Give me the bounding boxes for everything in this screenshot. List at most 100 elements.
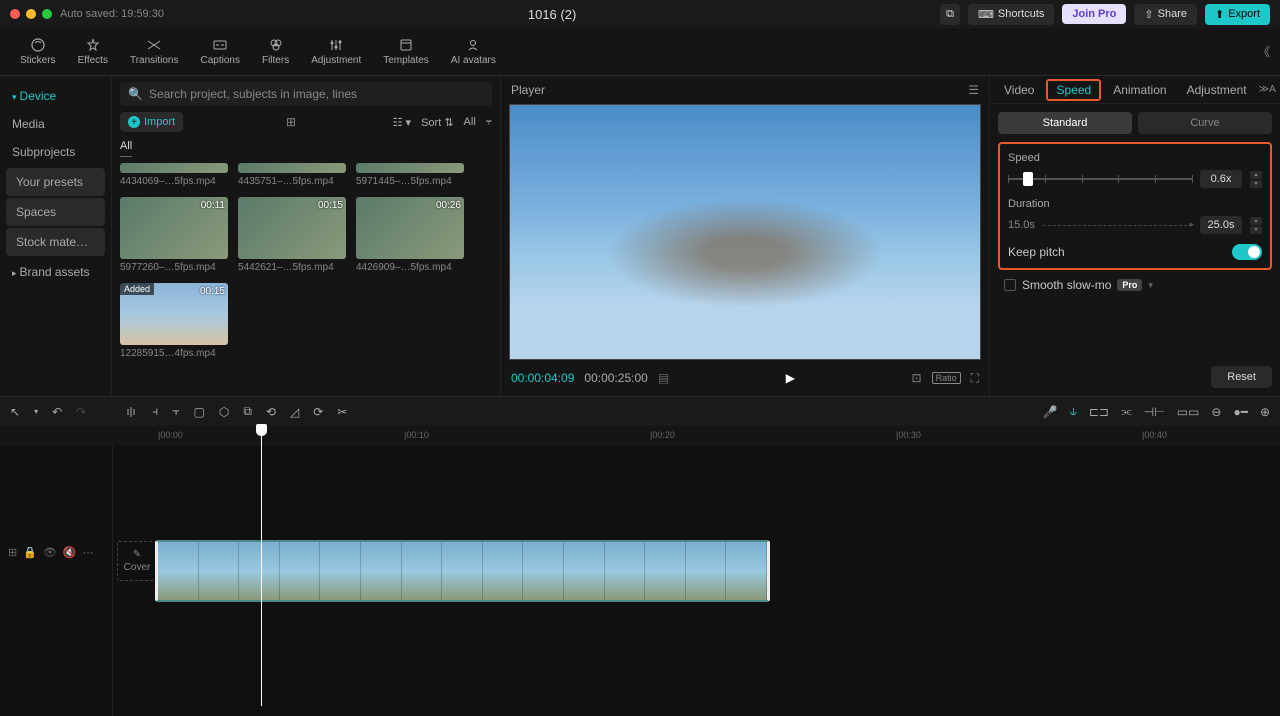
- split-tool[interactable]: [124, 405, 138, 419]
- crop-tool[interactable]: ▢: [194, 405, 205, 419]
- top-toolbar: Stickers Effects Transitions Captions Fi…: [0, 28, 1280, 76]
- snap-tool[interactable]: ⫝: [1070, 404, 1077, 419]
- link-tool[interactable]: ⊏⊐: [1089, 405, 1109, 419]
- adjustment-tab[interactable]: Adjustment: [301, 35, 371, 68]
- reverse-tool[interactable]: ⟲: [266, 405, 276, 419]
- sidebar-item-media[interactable]: Media: [0, 110, 111, 138]
- close-window[interactable]: [10, 9, 20, 19]
- duration-line: [1043, 225, 1192, 226]
- sidebar-item-stock[interactable]: Stock mate…: [6, 228, 105, 256]
- media-item[interactable]: 00:115977260–…5fps.mp4: [120, 197, 228, 273]
- aspect-icon[interactable]: ⧉: [940, 4, 960, 25]
- smooth-checkbox[interactable]: [1004, 279, 1016, 291]
- fullscreen-icon[interactable]: ⛶: [971, 371, 979, 386]
- ai-avatars-tab[interactable]: AI avatars: [441, 35, 506, 68]
- speed-down[interactable]: ▾: [1250, 180, 1262, 188]
- search-input[interactable]: 🔍Search project, subjects in image, line…: [120, 82, 492, 106]
- dur-up[interactable]: ▴: [1250, 217, 1262, 225]
- undo-button[interactable]: ↶: [52, 405, 62, 419]
- filter-icon[interactable]: ⫧: [486, 116, 492, 129]
- transitions-tab[interactable]: Transitions: [120, 35, 189, 68]
- media-item[interactable]: 4435751–…5fps.mp4: [238, 163, 346, 187]
- sidebar-item-spaces[interactable]: Spaces: [6, 198, 105, 226]
- effects-tab[interactable]: Effects: [68, 35, 118, 68]
- track-mute-icon[interactable]: 🔇: [63, 546, 77, 559]
- timeline-tracks[interactable]: ✎Cover 0.60x ▸: [113, 446, 1280, 716]
- filters-tab[interactable]: Filters: [252, 35, 299, 68]
- sidebar-item-device[interactable]: Device: [0, 82, 111, 110]
- keep-pitch-label: Keep pitch: [1008, 245, 1065, 259]
- sidebar-item-presets[interactable]: Your presets: [6, 168, 105, 196]
- media-tab-all[interactable]: All: [120, 140, 132, 157]
- keep-pitch-toggle[interactable]: [1232, 244, 1262, 260]
- video-clip[interactable]: 0.60x ▸: [155, 540, 770, 602]
- crop2-tool[interactable]: ✂: [337, 405, 347, 419]
- grid-view-icon[interactable]: ⊞: [286, 115, 296, 129]
- maximize-window[interactable]: [42, 9, 52, 19]
- speed-value[interactable]: 0.6x: [1200, 170, 1242, 188]
- export-button[interactable]: ⬆Export: [1205, 4, 1270, 25]
- import-button[interactable]: +Import: [120, 112, 183, 132]
- duration-value[interactable]: 25.0s: [1200, 216, 1242, 234]
- mic-icon[interactable]: 🎤: [1043, 405, 1058, 419]
- quality-icon[interactable]: ▤: [658, 371, 669, 385]
- timeline-ruler[interactable]: |00:00 |00:10 |00:20 |00:30 |00:40: [0, 426, 1280, 446]
- smooth-dropdown-icon[interactable]: ▾: [1148, 280, 1153, 291]
- tab-speed[interactable]: Speed: [1046, 79, 1101, 101]
- join-pro-button[interactable]: Join Pro: [1062, 4, 1126, 24]
- track-more-icon[interactable]: ⋯: [83, 546, 94, 559]
- shield-tool[interactable]: ⬡: [219, 405, 229, 419]
- media-item[interactable]: 00:155442621–…5fps.mp4: [238, 197, 346, 273]
- filter-all[interactable]: All: [464, 116, 476, 128]
- copy-tool[interactable]: ⧉: [243, 404, 252, 419]
- media-item[interactable]: Added00:1512285915…4fps.mp4: [120, 283, 228, 359]
- cursor-dropdown[interactable]: ▾: [34, 407, 38, 416]
- minimize-window[interactable]: [26, 9, 36, 19]
- track-eye-icon[interactable]: 👁: [43, 546, 57, 559]
- subtab-standard[interactable]: Standard: [998, 112, 1132, 134]
- sidebar-item-subprojects[interactable]: Subprojects: [0, 138, 111, 166]
- zoom-slider[interactable]: ●━: [1233, 405, 1247, 419]
- captions-tab[interactable]: Captions: [191, 35, 250, 68]
- sort-dropdown[interactable]: Sort ⇅: [421, 116, 453, 129]
- templates-tab[interactable]: Templates: [373, 35, 439, 68]
- align-tool[interactable]: ⊣⊢: [1144, 405, 1165, 419]
- cover-button[interactable]: ✎Cover: [117, 541, 157, 581]
- track-lock-icon[interactable]: 🔒: [23, 546, 37, 559]
- ratio-button[interactable]: Ratio: [932, 372, 961, 384]
- tab-adjustment[interactable]: Adjustment: [1179, 79, 1255, 101]
- rotate-tool[interactable]: ⟳: [313, 405, 323, 419]
- reset-button[interactable]: Reset: [1211, 366, 1272, 388]
- media-item[interactable]: 4434069–…5fps.mp4: [120, 163, 228, 187]
- track-tool[interactable]: ▭▭: [1177, 405, 1200, 419]
- zoom-in[interactable]: ⊕: [1260, 405, 1270, 419]
- shortcuts-button[interactable]: ⌨Shortcuts: [968, 4, 1054, 25]
- speed-slider[interactable]: [1008, 178, 1192, 180]
- scan-icon[interactable]: ⊡: [912, 371, 922, 385]
- media-item[interactable]: 00:264426909–…5fps.mp4: [356, 197, 464, 273]
- player-menu-icon[interactable]: ☰: [968, 83, 979, 97]
- zoom-out[interactable]: ⊖: [1211, 405, 1221, 419]
- sidebar-item-brand[interactable]: Brand assets: [0, 258, 111, 286]
- stickers-tab[interactable]: Stickers: [10, 35, 66, 68]
- tabs-more-icon[interactable]: ≫A: [1259, 84, 1276, 95]
- share-button[interactable]: ⇧Share: [1134, 4, 1197, 25]
- player-viewport[interactable]: [509, 104, 981, 360]
- magnet-tool[interactable]: ⫘: [1121, 404, 1132, 419]
- speed-up[interactable]: ▴: [1250, 171, 1262, 179]
- dur-down[interactable]: ▾: [1250, 226, 1262, 234]
- redo-button[interactable]: ↷: [76, 405, 86, 419]
- track-add-icon[interactable]: ⊞: [8, 546, 17, 559]
- mirror-tool[interactable]: ◿: [290, 405, 299, 419]
- trim-right-tool[interactable]: ⫟: [172, 404, 179, 419]
- play-button[interactable]: ▶: [786, 371, 795, 385]
- tab-animation[interactable]: Animation: [1105, 79, 1174, 101]
- collapse-icon[interactable]: 《: [1258, 43, 1270, 60]
- view-mode-icon[interactable]: ☷ ▾: [393, 116, 411, 129]
- tab-video[interactable]: Video: [996, 79, 1042, 101]
- trim-left-tool[interactable]: ⫞: [152, 404, 158, 419]
- cursor-tool[interactable]: ↖: [10, 405, 20, 419]
- playhead[interactable]: [261, 426, 262, 706]
- subtab-curve[interactable]: Curve: [1138, 112, 1272, 134]
- media-item[interactable]: 5971445–…5fps.mp4: [356, 163, 464, 187]
